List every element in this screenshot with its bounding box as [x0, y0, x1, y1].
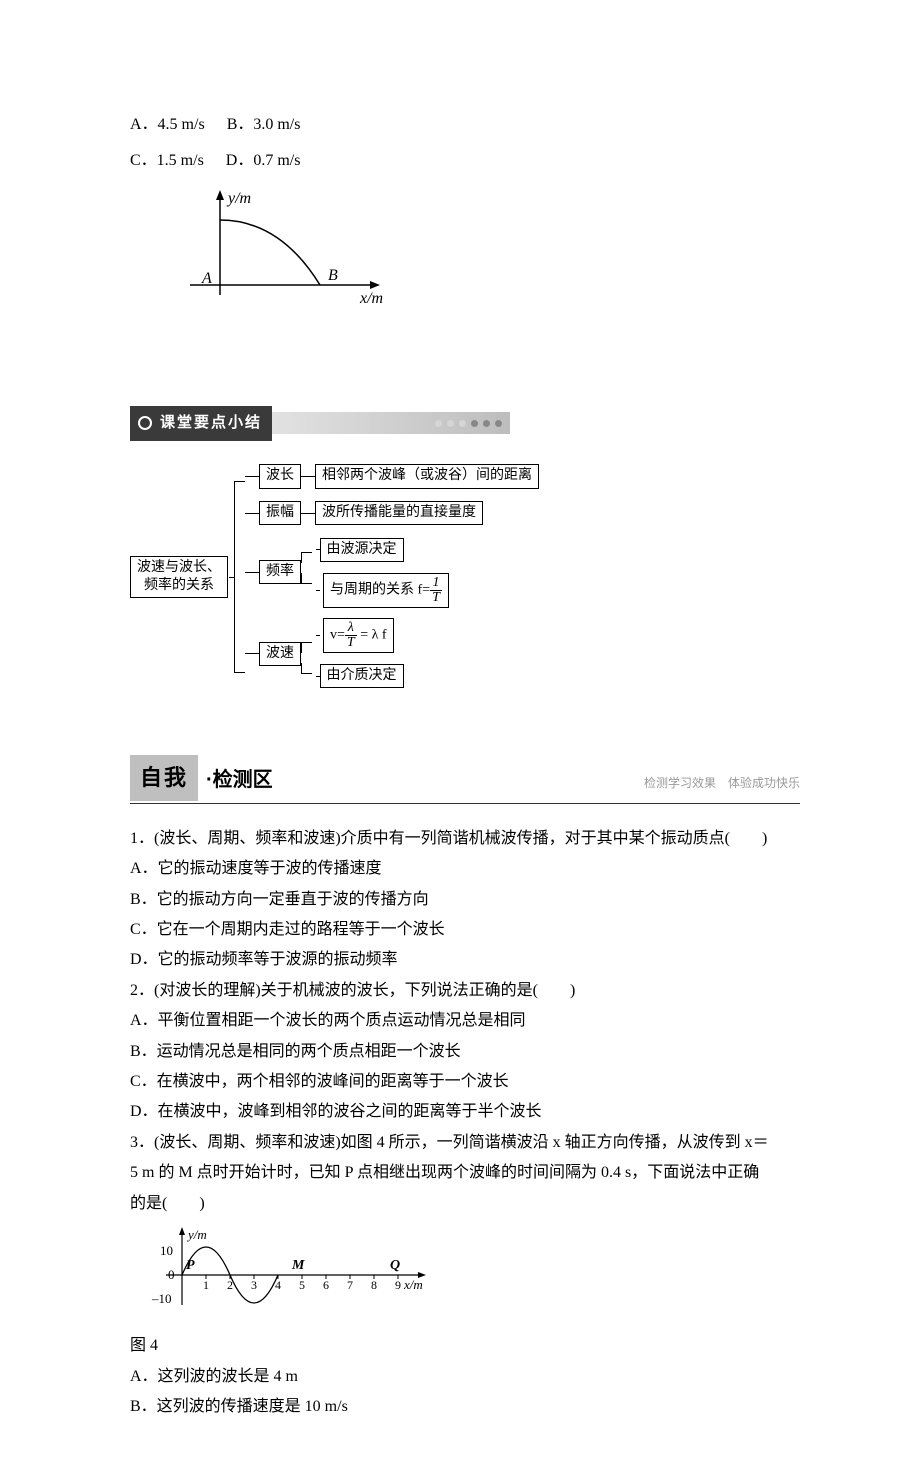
graph-1: y/m x/m A B	[170, 185, 800, 336]
g3-Q: Q	[390, 1258, 400, 1273]
hier-freq2-text: 与周期的关系 f=	[330, 583, 430, 598]
g3-ym10: –10	[151, 1291, 172, 1306]
opt-d: D．0.7 m/s	[226, 152, 301, 169]
g3-y0: 0	[168, 1267, 175, 1282]
g3-ylabel: y/m	[186, 1227, 207, 1242]
g3-x6: 6	[323, 1278, 329, 1292]
q2-b: B．运动情况总是相同的两个质点相距一个波长	[130, 1037, 800, 1067]
g3-P: P	[186, 1258, 195, 1273]
dot-icon	[435, 420, 442, 427]
g3-x7: 7	[347, 1278, 353, 1292]
question-3: 3．(波长、周期、频率和波速)如图 4 所示，一列简谐横波沿 x 轴正方向传播，…	[130, 1128, 800, 1423]
frac-num: λ	[345, 621, 357, 636]
q3-fig-label: 图 4	[130, 1331, 800, 1361]
g3-x8: 8	[371, 1278, 377, 1292]
opt-b: B．3.0 m/s	[227, 116, 301, 133]
speed-eq-a: v=	[330, 628, 345, 643]
graph1-point-a: A	[201, 270, 212, 287]
q1-stem: 1．(波长、周期、频率和波速)介质中有一列简谐机械波传播，对于其中某个振动质点(…	[130, 824, 800, 854]
hierarchy-diagram: 波速与波长、 频率的关系 波长 相邻两个波峰（或波谷）间的距离 振幅 波所传播能…	[130, 459, 800, 695]
section-bar-tail	[272, 412, 510, 434]
g3-x9: 9	[395, 1278, 401, 1292]
frac-den: T	[430, 591, 442, 605]
hier-freq-desc2: 与周期的关系 f=1T	[323, 573, 449, 608]
question-2: 2．(对波长的理解)关于机械波的波长，下列说法正确的是( ) A．平衡位置相距一…	[130, 976, 800, 1128]
g3-y10: 10	[160, 1243, 173, 1258]
dot-icon	[459, 420, 466, 427]
q3-a: A．这列波的波长是 4 m	[130, 1362, 800, 1392]
section-bar-dark: 课堂要点小结	[130, 406, 272, 441]
q3-stem3: 的是( )	[130, 1189, 800, 1219]
self-test-sub: ·检测区	[206, 761, 273, 801]
g3-xlabel: x/m	[403, 1277, 423, 1292]
g3-x4: 4	[275, 1278, 281, 1292]
graph1-ylabel: y/m	[226, 190, 251, 207]
hier-freq: 频率	[259, 560, 301, 584]
hier-root-l1: 波速与波长、	[137, 560, 221, 575]
q1-a: A．它的振动速度等于波的传播速度	[130, 854, 800, 884]
q3-b: B．这列波的传播速度是 10 m/s	[130, 1392, 800, 1422]
self-test-big: 自我	[130, 755, 198, 801]
dot-icon	[471, 420, 478, 427]
hier-amp-desc: 波所传播能量的直接量度	[315, 501, 483, 525]
q2-stem: 2．(对波长的理解)关于机械波的波长，下列说法正确的是( )	[130, 976, 800, 1006]
g3-x1: 1	[203, 1278, 209, 1292]
q2-c: C．在横波中，两个相邻的波峰间的距离等于一个波长	[130, 1067, 800, 1097]
q3-stem2: 5 m 的 M 点时开始计时，已知 P 点相继出现两个波峰的时间间隔为 0.4 …	[130, 1158, 800, 1188]
g3-x2: 2	[227, 1278, 233, 1292]
section-bar-title: 课堂要点小结	[160, 409, 262, 438]
opt-a: A．4.5 m/s	[130, 116, 205, 133]
dot-icon	[447, 420, 454, 427]
self-test-header: 自我 ·检测区 检测学习效果 体验成功快乐	[130, 755, 800, 804]
self-test-note: 检测学习效果 体验成功快乐	[644, 772, 800, 801]
hier-speed-desc1: v=λT = λ f	[323, 618, 394, 653]
hier-speed: 波速	[259, 642, 301, 666]
top-options-row2: C．1.5 m/s D．0.7 m/s	[130, 146, 800, 176]
q2-a: A．平衡位置相距一个波长的两个质点运动情况总是相同	[130, 1006, 800, 1036]
dot-icon	[495, 420, 502, 427]
dot-icon	[483, 420, 490, 427]
graph1-point-b: B	[328, 267, 338, 284]
section-bar: 课堂要点小结	[130, 406, 800, 441]
hier-wavelen: 波长	[259, 464, 301, 488]
hier-amp: 振幅	[259, 501, 301, 525]
hier-freq-desc1: 由波源决定	[320, 538, 404, 562]
hier-speed-desc2: 由介质决定	[320, 664, 404, 688]
q2-d: D．在横波中，波峰到相邻的波谷之间的距离等于半个波长	[130, 1097, 800, 1127]
circle-icon	[138, 416, 152, 430]
q3-stem1: 3．(波长、周期、频率和波速)如图 4 所示，一列简谐横波沿 x 轴正方向传播，…	[130, 1128, 800, 1158]
question-1: 1．(波长、周期、频率和波速)介质中有一列简谐机械波传播，对于其中某个振动质点(…	[130, 824, 800, 976]
g3-x3: 3	[251, 1278, 257, 1292]
q1-b: B．它的振动方向一定垂直于波的传播方向	[130, 885, 800, 915]
frac-den: T	[345, 636, 357, 650]
hier-root: 波速与波长、 频率的关系	[130, 556, 228, 598]
speed-eq-b: = λ f	[357, 628, 387, 643]
opt-c: C．1.5 m/s	[130, 152, 204, 169]
q1-c: C．它在一个周期内走过的路程等于一个波长	[130, 915, 800, 945]
graph1-xlabel: x/m	[359, 290, 383, 307]
frac-num: 1	[430, 576, 442, 591]
q1-d: D．它的振动频率等于波源的振动频率	[130, 945, 800, 975]
hier-root-l2: 频率的关系	[144, 578, 214, 593]
g3-x5: 5	[299, 1278, 305, 1292]
top-options: A．4.5 m/s B．3.0 m/s	[130, 110, 800, 140]
hier-wavelen-desc: 相邻两个波峰（或波谷）间的距离	[315, 464, 539, 488]
graph-3: y/m x/m 10 0 –10 1 2 3 4 5 6 7 8 9 P M Q	[136, 1225, 800, 1331]
g3-M: M	[291, 1258, 305, 1273]
